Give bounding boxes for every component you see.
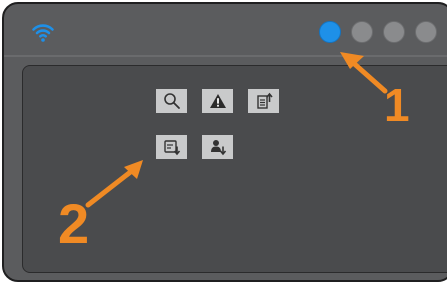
status-dot-2[interactable]	[351, 21, 373, 43]
callout-number-2: 2	[58, 192, 90, 255]
status-dot-3[interactable]	[383, 21, 405, 43]
figure: 1 2	[0, 0, 447, 284]
title-divider	[4, 55, 447, 57]
search-icon	[163, 92, 181, 110]
status-dot-1-active[interactable]	[319, 21, 341, 43]
status-dot-4[interactable]	[415, 21, 437, 43]
callout-number-1: 1	[384, 79, 410, 131]
title-bar	[4, 4, 447, 56]
user-download-button[interactable]	[202, 135, 233, 159]
wifi-icon	[31, 21, 55, 43]
download-document-button[interactable]	[156, 135, 187, 159]
upload-document-button[interactable]	[248, 89, 279, 113]
document-upload-icon	[255, 92, 273, 110]
user-download-icon	[209, 138, 227, 156]
document-download-icon	[163, 138, 181, 156]
search-button[interactable]	[156, 89, 187, 113]
warning-button[interactable]	[202, 89, 233, 113]
warning-icon	[209, 93, 227, 109]
